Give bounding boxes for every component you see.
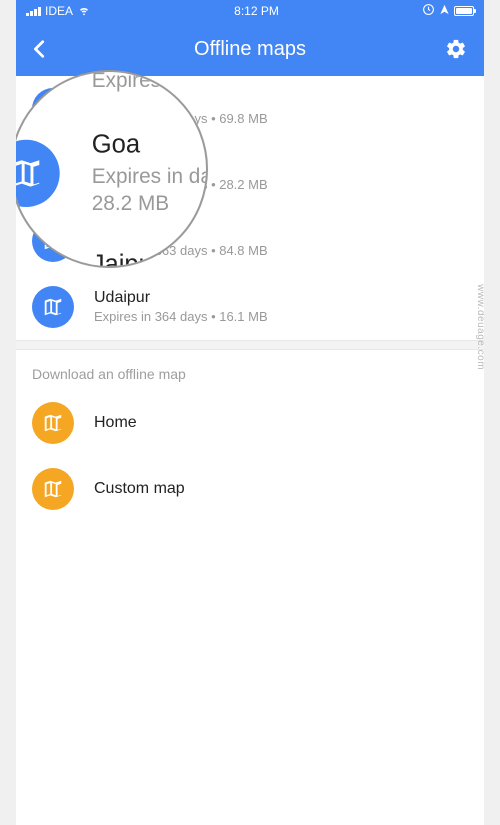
status-right: [422, 3, 474, 19]
watermark: www.deuage.com: [475, 284, 484, 370]
download-custom[interactable]: Custom map: [16, 456, 484, 522]
signal-icon: [26, 7, 41, 16]
download-item-text: Custom map: [94, 479, 185, 500]
mag-item-2: Jaipur 363 days • 84.8 MB: [16, 234, 208, 268]
settings-button[interactable]: [436, 29, 476, 69]
status-time: 8:12 PM: [234, 4, 279, 18]
map-item-3[interactable]: Udaipur Expires in 364 days • 16.1 MB: [16, 274, 484, 340]
mag-sub: Expiresd: [92, 70, 173, 95]
mag-item-0: A Expiresd: [16, 70, 208, 114]
nav-bar: Offline maps: [16, 22, 484, 76]
magnifier-overlay: A Expiresd Goa Expires in days • 28.2 MB: [16, 70, 208, 268]
orientation-lock-icon: [422, 3, 435, 19]
download-header: Download an offline map: [16, 350, 484, 390]
map-subtitle: Expires in 364 days • 16.1 MB: [94, 309, 268, 326]
chevron-left-icon: [29, 38, 51, 60]
section-divider: [16, 340, 484, 350]
wifi-icon: [77, 3, 91, 20]
download-label: Home: [94, 413, 137, 434]
battery-icon: [454, 6, 474, 16]
map-name: Udaipur: [94, 288, 268, 309]
map-icon: [16, 70, 60, 98]
mag-item-1: Goa Expires in days • 28.2 MB: [16, 114, 208, 233]
download-label: Custom map: [94, 479, 185, 500]
page-title: Offline maps: [16, 38, 484, 61]
mag-name: Jaipur: [92, 250, 208, 268]
back-button[interactable]: [16, 25, 64, 73]
status-left: IDEA: [26, 3, 91, 20]
screen: IDEA 8:12 PM Offline maps: [16, 0, 484, 825]
carrier-label: IDEA: [45, 4, 73, 18]
download-item-text: Home: [94, 413, 137, 434]
status-bar: IDEA 8:12 PM: [16, 0, 484, 22]
mag-sub: Expires in days • 28.2 MB: [92, 163, 208, 217]
download-section: Download an offline map Home Custom map: [16, 350, 484, 522]
location-icon: [439, 4, 450, 18]
map-icon: [32, 286, 74, 328]
map-icon: [16, 140, 60, 207]
mag-name: Goa: [92, 130, 208, 163]
download-home[interactable]: Home: [16, 390, 484, 456]
map-icon: [32, 402, 74, 444]
map-item-text: Udaipur Expires in 364 days • 16.1 MB: [94, 288, 268, 326]
gear-icon: [445, 38, 467, 60]
map-icon: [32, 468, 74, 510]
